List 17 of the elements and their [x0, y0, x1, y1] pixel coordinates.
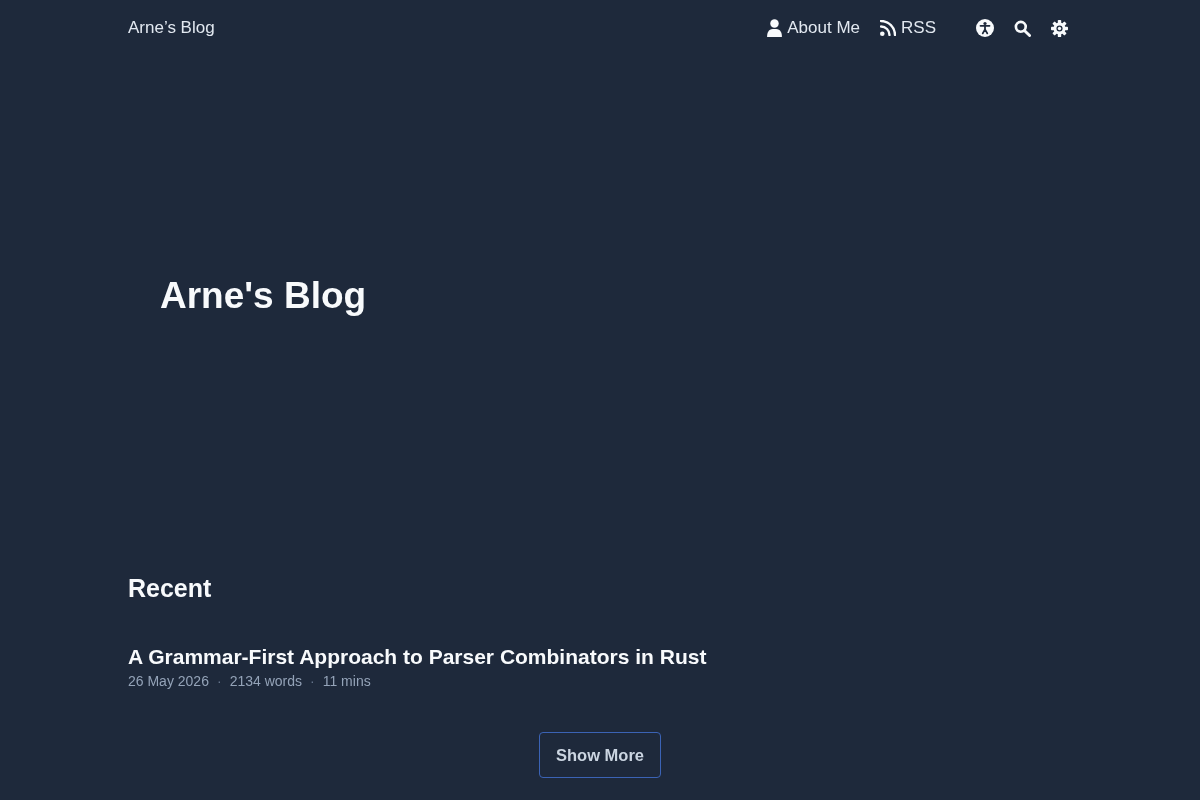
- hero-title: Arne's Blog: [160, 274, 367, 318]
- rss-icon: [880, 20, 897, 36]
- search-icon[interactable]: [1013, 19, 1031, 37]
- post-meta-text: 2134 words: [229, 672, 302, 691]
- site-title-link[interactable]: Arne’s Blog: [128, 15, 215, 41]
- section-heading: Recent: [128, 573, 212, 604]
- accessibility-icon[interactable]: [976, 19, 994, 37]
- person-icon: [767, 19, 783, 37]
- post-title-link[interactable]: A Grammar-First Approach to Parser Combinators in Rust: [128, 643, 707, 671]
- nav-link[interactable]: RSS: [880, 15, 936, 41]
- nav-link[interactable]: About Me: [767, 15, 861, 41]
- post-meta-text: 26 May 2026: [128, 672, 209, 691]
- gear-icon[interactable]: [1050, 19, 1068, 37]
- post-meta-text: 11 mins: [322, 672, 371, 691]
- meta-separator: ·: [310, 672, 315, 691]
- show-more-button[interactable]: Show More: [539, 732, 661, 778]
- meta-separator: ·: [216, 672, 222, 691]
